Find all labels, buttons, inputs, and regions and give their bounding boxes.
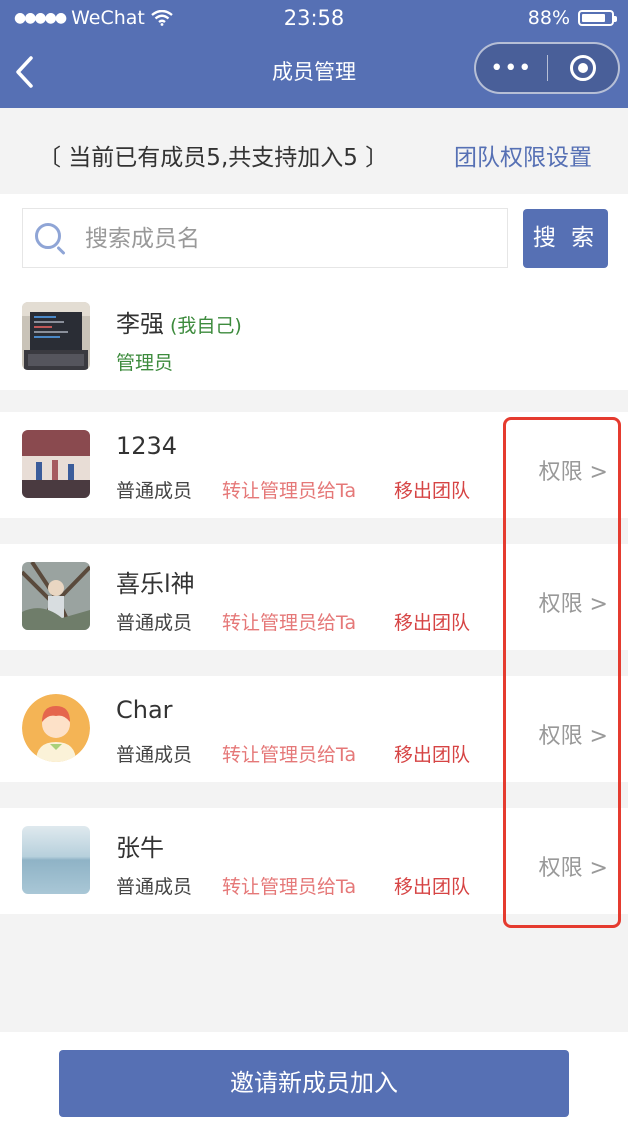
member-name: 喜乐l神: [116, 570, 195, 598]
self-tag: (我自己): [170, 315, 242, 337]
member-role: 普通成员: [116, 612, 193, 634]
target-icon: [569, 55, 596, 81]
transfer-admin-button[interactable]: 转让管理员给Ta: [222, 476, 356, 503]
permission-column-highlight: [503, 417, 621, 928]
app-header: ●●●●● WeChat 23:58 88% 成员管理 •••: [0, 0, 628, 108]
transfer-admin-button[interactable]: 转让管理员给Ta: [222, 872, 356, 899]
team-permission-link[interactable]: 团队权限设置: [454, 138, 592, 172]
remove-member-button[interactable]: 移出团队: [394, 608, 470, 635]
member-name: 李强: [116, 310, 164, 338]
transfer-admin-button[interactable]: 转让管理员给Ta: [222, 608, 356, 635]
battery-percent: 88%: [527, 7, 570, 29]
sea-photo-icon: [22, 826, 90, 894]
close-button[interactable]: [548, 55, 619, 81]
remove-member-button[interactable]: 移出团队: [394, 476, 470, 503]
member-count-text: 〔 当前已有成员5,共支持加入5 〕: [38, 145, 389, 171]
member-info-bar: 〔 当前已有成员5,共支持加入5 〕 团队权限设置: [0, 108, 628, 194]
more-button[interactable]: •••: [476, 56, 547, 81]
search-bar: 搜 索: [0, 194, 628, 284]
member-role: 管理员: [116, 352, 174, 374]
remove-member-button[interactable]: 移出团队: [394, 740, 470, 767]
photo-icon: [22, 430, 90, 498]
member-row-self: 李强 (我自己) 管理员: [0, 284, 628, 390]
search-box: [22, 208, 508, 268]
cartoon-person-icon: [22, 694, 90, 762]
transfer-admin-button[interactable]: 转让管理员给Ta: [222, 740, 356, 767]
member-role: 普通成员: [116, 480, 193, 502]
search-input[interactable]: [83, 217, 487, 261]
member-role: 普通成员: [116, 744, 193, 766]
member-name: 1234: [116, 432, 178, 460]
member-role: 普通成员: [116, 876, 193, 898]
search-button[interactable]: 搜 索: [523, 209, 608, 268]
bottom-bar: 邀请新成员加入: [0, 1032, 628, 1130]
member-name: 张牛: [116, 834, 164, 862]
battery-icon: [578, 10, 617, 26]
invite-member-button[interactable]: 邀请新成员加入: [59, 1050, 569, 1117]
navigation-bar: 成员管理 •••: [0, 38, 628, 108]
search-icon: [35, 223, 61, 249]
tree-photo-icon: [22, 562, 90, 630]
laptop-photo-icon: [22, 302, 90, 370]
member-name: Char: [116, 696, 173, 724]
miniprogram-capsule: •••: [474, 42, 620, 94]
remove-member-button[interactable]: 移出团队: [394, 872, 470, 899]
status-bar: ●●●●● WeChat 23:58 88%: [0, 0, 628, 38]
